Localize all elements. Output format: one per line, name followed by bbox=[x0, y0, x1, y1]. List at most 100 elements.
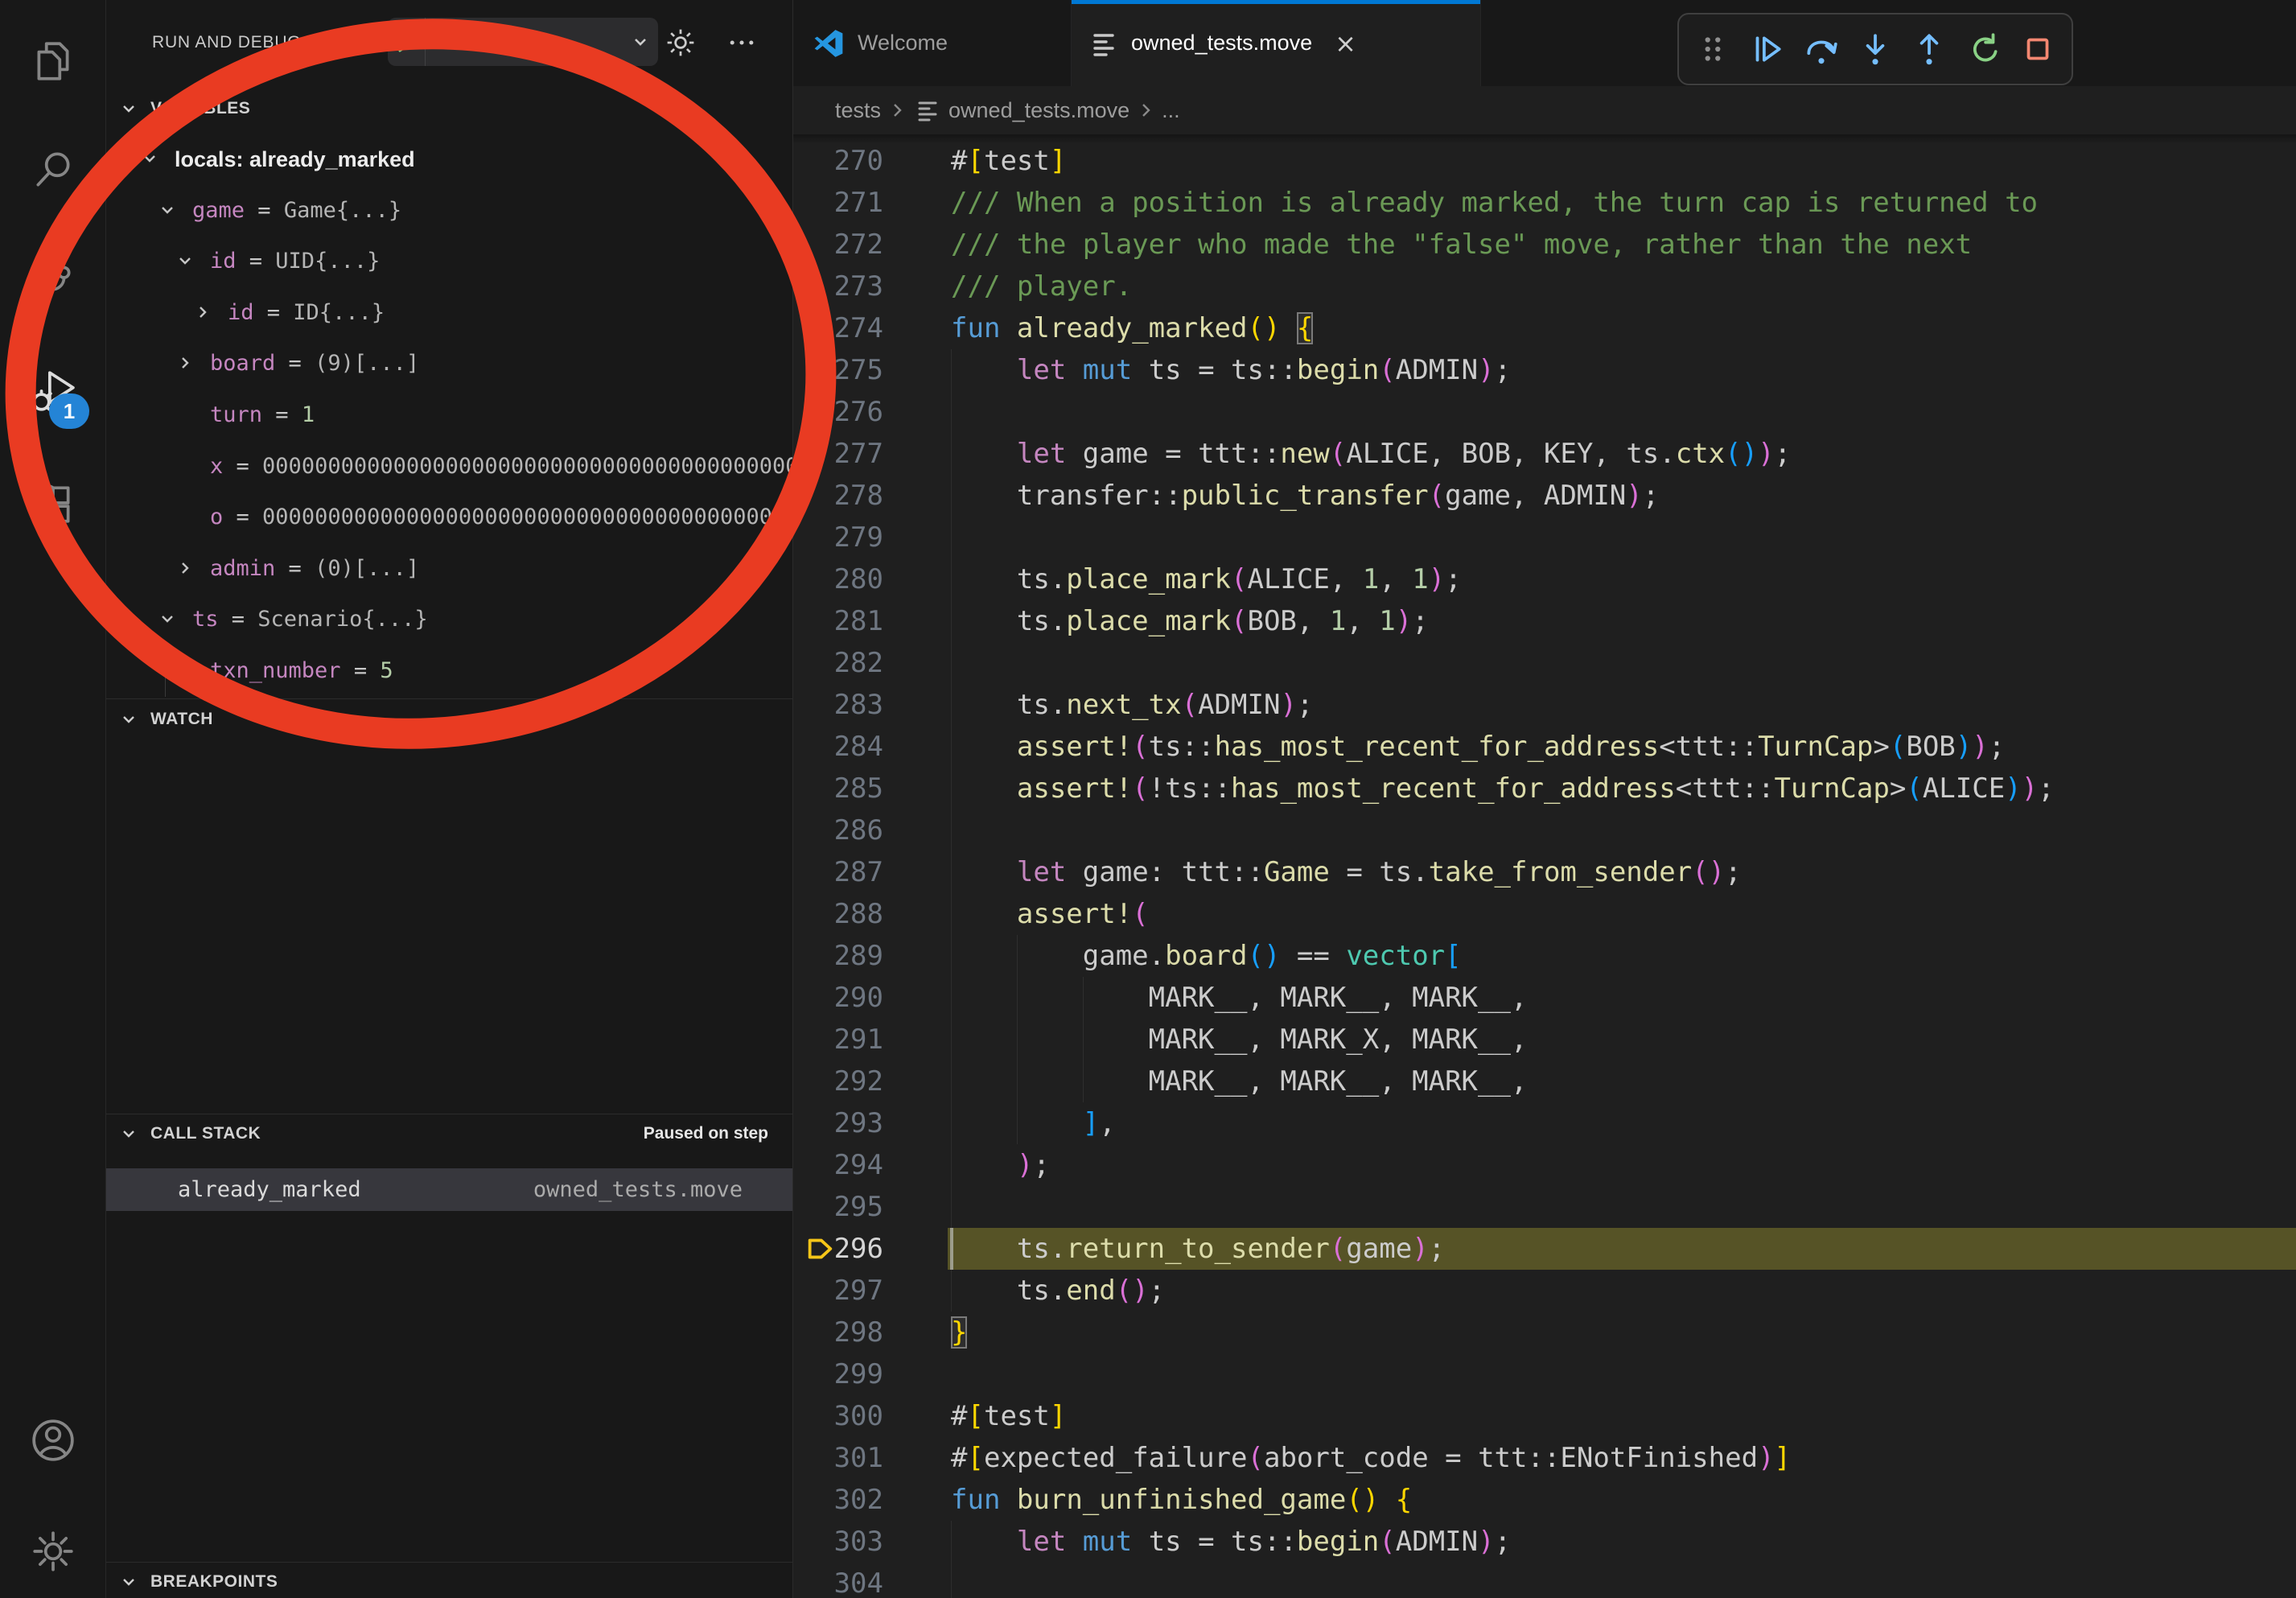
stop-icon[interactable] bbox=[2015, 27, 2060, 72]
variables-section-header[interactable]: VARIABLES bbox=[105, 90, 792, 127]
variable-row[interactable]: ts = Scenario{...} bbox=[105, 594, 792, 645]
code-text[interactable]: ts.next_tx(ADMIN); bbox=[951, 684, 1313, 726]
line-number[interactable]: 272 bbox=[793, 224, 883, 266]
code-text[interactable]: fun already_marked() { bbox=[951, 307, 1313, 349]
code-line[interactable]: 291 MARK__, MARK_X, MARK__, bbox=[793, 1019, 2296, 1061]
line-number[interactable]: 288 bbox=[793, 893, 883, 935]
code-line[interactable]: 300#[test] bbox=[793, 1395, 2296, 1437]
line-number[interactable]: 280 bbox=[793, 558, 883, 600]
code-line[interactable]: 281 ts.place_mark(BOB, 1, 1); bbox=[793, 600, 2296, 642]
line-number[interactable]: 276 bbox=[793, 391, 883, 433]
line-number[interactable]: 294 bbox=[793, 1144, 883, 1186]
breadcrumb-item[interactable]: owned_tests.move bbox=[948, 98, 1129, 123]
code-line[interactable]: 273/// player. bbox=[793, 266, 2296, 307]
code-text[interactable]: #[expected_failure(abort_code = ttt::ENo… bbox=[951, 1437, 1791, 1479]
line-number[interactable]: 275 bbox=[793, 349, 883, 391]
code-line[interactable]: 277 let game = ttt::new(ALICE, BOB, KEY,… bbox=[793, 433, 2296, 475]
line-number[interactable]: 277 bbox=[793, 433, 883, 475]
chevron-down-icon[interactable] bbox=[631, 32, 658, 51]
code-line[interactable]: 274 fun already_marked() { bbox=[793, 307, 2296, 349]
code-line[interactable]: 304 bbox=[793, 1563, 2296, 1598]
line-number[interactable]: 299 bbox=[793, 1353, 883, 1395]
code-line[interactable]: 272 /// the player who made the "false" m… bbox=[793, 224, 2296, 266]
call-stack-frame[interactable]: already_markedowned_tests.move bbox=[105, 1168, 792, 1211]
code-line[interactable]: 289 game.board() == vector[ bbox=[793, 935, 2296, 977]
code-line[interactable]: 276 bbox=[793, 391, 2296, 433]
restart-icon[interactable] bbox=[1961, 27, 2006, 72]
line-number[interactable]: 281 bbox=[793, 600, 883, 642]
tab-welcome[interactable]: Welcome bbox=[793, 0, 1072, 86]
line-number[interactable]: 293 bbox=[793, 1102, 883, 1144]
chevron-right-icon[interactable] bbox=[176, 354, 194, 372]
line-number[interactable]: 279 bbox=[793, 517, 883, 558]
code-text[interactable]: } bbox=[951, 1312, 967, 1353]
code-line[interactable]: 270#[test] bbox=[793, 140, 2296, 182]
chevron-down-icon[interactable] bbox=[176, 252, 194, 270]
line-number[interactable]: 270 bbox=[793, 140, 883, 182]
chevron-right-icon[interactable] bbox=[194, 303, 212, 321]
call-stack-section-header[interactable]: CALL STACK Paused on step bbox=[105, 1115, 792, 1152]
continue-icon[interactable] bbox=[1744, 27, 1789, 72]
code-text[interactable]: assert!(ts::has_most_recent_for_address<… bbox=[951, 726, 2005, 768]
code-text[interactable]: MARK__, MARK__, MARK__, bbox=[951, 977, 1527, 1019]
more-actions-icon[interactable] bbox=[723, 24, 760, 61]
code-text[interactable]: MARK__, MARK_X, MARK__, bbox=[951, 1019, 1527, 1061]
line-number[interactable]: 287 bbox=[793, 851, 883, 893]
line-number[interactable]: 278 bbox=[793, 475, 883, 517]
breadcrumb-item[interactable]: tests bbox=[835, 98, 881, 123]
code-text[interactable]: /// the player who made the "false" move… bbox=[951, 224, 1972, 266]
line-number[interactable]: 292 bbox=[793, 1061, 883, 1102]
variable-row[interactable]: game = Game{...} bbox=[105, 185, 792, 237]
line-number[interactable]: 286 bbox=[793, 809, 883, 851]
debug-settings-gear-icon[interactable] bbox=[662, 24, 699, 61]
breadcrumb-item[interactable]: ... bbox=[1162, 98, 1180, 123]
line-number[interactable]: 302 bbox=[793, 1479, 883, 1521]
line-number[interactable]: 284 bbox=[793, 726, 883, 768]
line-number[interactable]: 298 bbox=[793, 1312, 883, 1353]
line-number[interactable]: 303 bbox=[793, 1521, 883, 1563]
code-text[interactable]: ts.place_mark(ALICE, 1, 1); bbox=[951, 558, 1462, 600]
code-line[interactable]: 292 MARK__, MARK__, MARK__, bbox=[793, 1061, 2296, 1102]
line-number[interactable]: 274 bbox=[793, 307, 883, 349]
code-text[interactable]: /// When a position is already marked, t… bbox=[951, 182, 2038, 224]
code-text[interactable]: ts.place_mark(BOB, 1, 1); bbox=[951, 600, 1429, 642]
code-text[interactable]: fun burn_unfinished_game() { bbox=[951, 1479, 1412, 1521]
account-icon[interactable] bbox=[14, 1402, 91, 1478]
code-text[interactable]: assert!( bbox=[951, 893, 1149, 935]
code-text[interactable]: ); bbox=[951, 1144, 1050, 1186]
code-line[interactable]: 301 #[expected_failure(abort_code = ttt::… bbox=[793, 1437, 2296, 1479]
chevron-right-icon[interactable] bbox=[176, 559, 194, 577]
code-line[interactable]: 285 assert!(!ts::has_most_recent_for_add… bbox=[793, 768, 2296, 809]
watch-section-header[interactable]: WATCH bbox=[105, 701, 792, 738]
code-text[interactable]: let mut ts = ts::begin(ADMIN); bbox=[951, 349, 1511, 391]
line-number[interactable]: 304 bbox=[793, 1563, 883, 1598]
step-out-icon[interactable] bbox=[1907, 27, 1952, 72]
code-line[interactable]: 278 transfer::public_transfer(game, ADMI… bbox=[793, 475, 2296, 517]
line-number[interactable]: 289 bbox=[793, 935, 883, 977]
line-number[interactable]: 285 bbox=[793, 768, 883, 809]
code-text[interactable]: MARK__, MARK__, MARK__, bbox=[951, 1061, 1527, 1102]
line-number[interactable]: 301 bbox=[793, 1437, 883, 1479]
breakpoints-section-header[interactable]: BREAKPOINTS bbox=[105, 1563, 792, 1598]
variable-row[interactable]: o = 000000000000000000000000000000000000… bbox=[105, 492, 792, 543]
code-area[interactable]: 270#[test]271/// When a position is alre… bbox=[793, 134, 2296, 1598]
line-number[interactable]: 271 bbox=[793, 182, 883, 224]
code-text[interactable]: #[test] bbox=[951, 1395, 1066, 1437]
variable-row[interactable]: turn = 1 bbox=[105, 389, 792, 441]
code-line[interactable]: 280 ts.place_mark(ALICE, 1, 1); bbox=[793, 558, 2296, 600]
code-line[interactable]: 294 ); bbox=[793, 1144, 2296, 1186]
code-line[interactable]: 275 let mut ts = ts::begin(ADMIN); bbox=[793, 349, 2296, 391]
tab-owned-tests-move[interactable]: owned_tests.move × bbox=[1072, 0, 1481, 86]
code-text[interactable]: ts.end(); bbox=[951, 1270, 1165, 1312]
step-over-icon[interactable] bbox=[1799, 27, 1844, 72]
close-icon[interactable]: × bbox=[1335, 28, 1356, 59]
line-number[interactable]: 297 bbox=[793, 1270, 883, 1312]
line-number[interactable]: 290 bbox=[793, 977, 883, 1019]
code-line[interactable]: 297 ts.end(); bbox=[793, 1270, 2296, 1312]
code-line[interactable]: 296 ts.return_to_sender(game); bbox=[793, 1228, 2296, 1270]
variable-row[interactable]: x = 000000000000000000000000000000000000… bbox=[105, 441, 792, 492]
code-line[interactable]: 271 /// When a position is already marked… bbox=[793, 182, 2296, 224]
chevron-down-icon[interactable] bbox=[158, 201, 176, 219]
line-number[interactable]: 283 bbox=[793, 684, 883, 726]
code-line[interactable]: 287 let game: ttt::Game = ts.take_from_s… bbox=[793, 851, 2296, 893]
